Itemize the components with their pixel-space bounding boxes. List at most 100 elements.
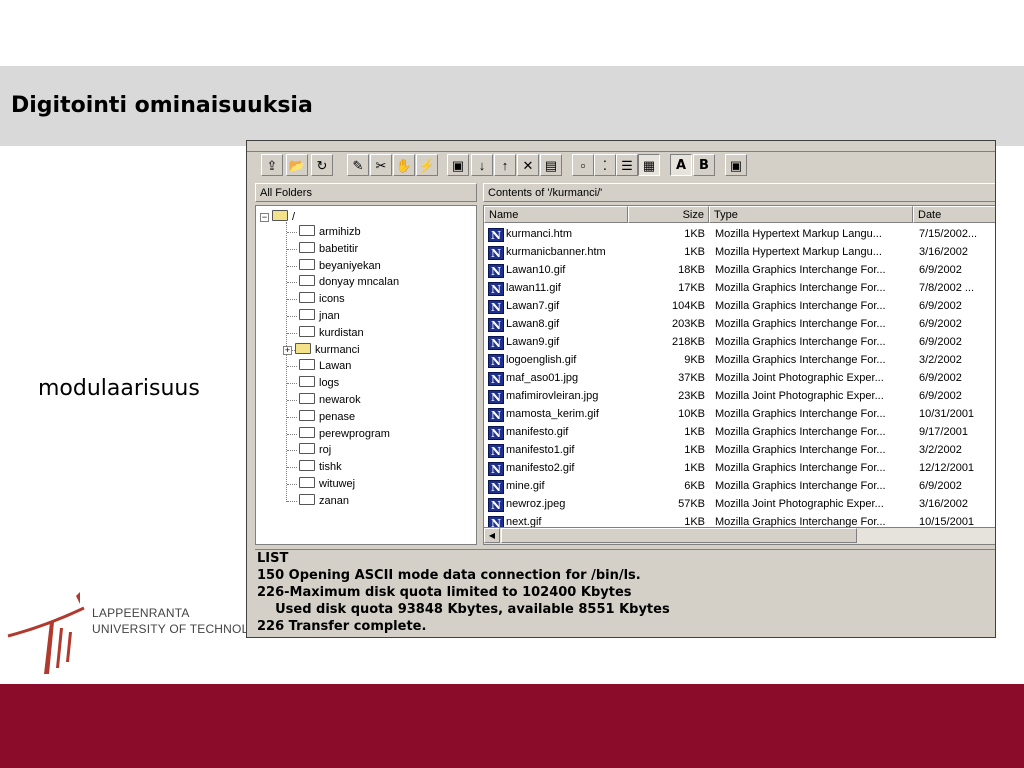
file-type: Mozilla Joint Photographic Exper... xyxy=(715,390,884,402)
tree-connector xyxy=(287,400,297,401)
netscape-file-icon: N xyxy=(488,372,504,386)
tree-item[interactable]: zanan xyxy=(299,493,349,509)
file-size: 1KB xyxy=(684,246,705,258)
file-row[interactable]: Nmanifesto1.gif 1KB Mozilla Graphics Inter… xyxy=(484,441,995,459)
file-size: 37KB xyxy=(678,372,705,384)
file-date: 3/16/2002 xyxy=(919,246,968,258)
folder-tree[interactable]: − / armihizb babetitir beyaniyekan donyay mnc… xyxy=(255,205,477,545)
tree-root[interactable]: − / xyxy=(260,209,295,225)
tree-item[interactable]: donyay mncalan xyxy=(299,274,399,290)
ascii-mode-button[interactable]: A xyxy=(670,154,692,176)
tree-item[interactable]: icons xyxy=(299,291,345,307)
expand-icon[interactable]: + xyxy=(283,345,292,355)
tree-item[interactable]: kurdistan xyxy=(299,325,364,341)
save-icon[interactable]: ▣ xyxy=(447,154,469,176)
netscape-file-icon: N xyxy=(488,300,504,314)
file-name: mafimirovleiran.jpg xyxy=(506,390,599,402)
file-row[interactable]: Nlogoenglish.gif 9KB Mozilla Graphics Inte… xyxy=(484,351,995,369)
file-row[interactable]: Nmanifesto.gif 1KB Mozilla Graphics Interc… xyxy=(484,423,995,441)
column-header-type[interactable]: Type xyxy=(709,206,913,223)
column-header-name[interactable]: Name xyxy=(484,206,628,223)
file-row[interactable]: Nnewroz.jpeg 57KB Mozilla Joint Photograph… xyxy=(484,495,995,513)
tree-item[interactable]: + kurmanci xyxy=(283,342,360,358)
delete-x-icon[interactable]: ✕ xyxy=(517,154,539,176)
tree-connector-line xyxy=(286,222,287,502)
file-row[interactable]: Nlawan11.gif 17KB Mozilla Graphics Interch… xyxy=(484,279,995,297)
file-row[interactable]: Nmanifesto2.gif 1KB Mozilla Graphics Inter… xyxy=(484,459,995,477)
list-view-icon[interactable]: ☰ xyxy=(616,154,638,176)
file-row[interactable]: N Lawan8.gif 203KB Mozilla Graphics Interch… xyxy=(484,315,995,333)
open-folder-icon[interactable]: 📂 xyxy=(286,154,308,176)
folder-icon xyxy=(299,359,315,371)
folder-up-icon[interactable]: ⇪ xyxy=(261,154,283,176)
folder-icon xyxy=(299,426,315,438)
file-name-cell: Nmaf_aso01.jpg xyxy=(488,369,628,387)
upload-arrow-icon[interactable]: ↑ xyxy=(494,154,516,176)
bottom-band xyxy=(0,684,1024,768)
tree-item[interactable]: jnan xyxy=(299,308,340,324)
file-name-cell: Nlogoenglish.gif xyxy=(488,351,628,369)
contents-pane-header: Contents of '/kurmanci/' xyxy=(483,183,995,202)
log-line: LIST xyxy=(257,551,289,566)
log-window-icon[interactable]: ▣ xyxy=(725,154,747,176)
collapse-icon[interactable]: − xyxy=(260,213,269,222)
horizontal-scrollbar[interactable]: ◀ xyxy=(484,527,995,544)
log-line: 226-Maximum disk quota limited to 102400… xyxy=(257,585,632,600)
file-row[interactable]: Nmaf_aso01.jpg 37KB Mozilla Joint Photogra… xyxy=(484,369,995,387)
scrollbar-thumb[interactable] xyxy=(501,528,857,543)
tree-item[interactable]: wituwej xyxy=(299,476,355,492)
logo-mark-icon xyxy=(7,592,85,674)
file-row[interactable]: Nmine.gif 6KB Mozilla Graphics Interchange… xyxy=(484,477,995,495)
tree-item[interactable]: perewprogram xyxy=(299,426,390,442)
folder-icon xyxy=(299,325,315,337)
large-icons-view-icon[interactable]: ▫ xyxy=(572,154,594,176)
binary-mode-button[interactable]: B xyxy=(693,154,715,176)
file-row[interactable]: N Lawan7.gif 104KB Mozilla Graphics Interch… xyxy=(484,297,995,315)
new-file-icon[interactable]: ✎ xyxy=(347,154,369,176)
file-name-cell: N Lawan8.gif xyxy=(488,315,628,333)
tree-item[interactable]: armihizb xyxy=(299,224,361,240)
file-name: mamosta_kerim.gif xyxy=(506,408,599,420)
file-row[interactable]: Nkurmanci.htm 1KB Mozilla Hypertext Markup… xyxy=(484,225,995,243)
small-icons-view-icon[interactable]: ⁚ xyxy=(594,154,616,176)
folder-icon xyxy=(299,443,315,455)
column-header-size[interactable]: Size xyxy=(628,206,709,223)
file-row[interactable]: Nkurmanicbanner.htm 1KB Mozilla Hypertext … xyxy=(484,243,995,261)
tree-item-label: wituwej xyxy=(319,478,356,490)
file-type: Mozilla Joint Photographic Exper... xyxy=(715,372,884,384)
hand-icon[interactable]: ✋ xyxy=(393,154,415,176)
file-size: 1KB xyxy=(684,426,705,438)
tree-item[interactable]: logs xyxy=(299,375,339,391)
file-list[interactable]: Name Size Type Date Nkurmanci.htm 1KB Mozilla … xyxy=(483,205,995,545)
tree-item[interactable]: newarok xyxy=(299,392,361,408)
tree-item[interactable]: tishk xyxy=(299,459,342,475)
tree-item[interactable]: Lawan xyxy=(299,358,351,374)
lightning-icon[interactable]: ⚡ xyxy=(416,154,438,176)
properties-icon[interactable]: ▤ xyxy=(540,154,562,176)
tree-item[interactable]: roj xyxy=(299,442,331,458)
column-header-date[interactable]: Date xyxy=(913,206,995,223)
file-size: 17KB xyxy=(678,282,705,294)
delete-file-icon[interactable]: ✂ xyxy=(370,154,392,176)
tree-item-label: icons xyxy=(319,293,345,306)
tree-item[interactable]: beyaniyekan xyxy=(299,258,381,274)
file-name: Lawan7.gif xyxy=(506,300,560,312)
tree-item[interactable]: penase xyxy=(299,409,355,425)
details-view-icon[interactable]: ▦ xyxy=(638,154,660,176)
netscape-file-icon: N xyxy=(488,444,504,458)
file-size: 1KB xyxy=(684,444,705,456)
download-arrow-icon[interactable]: ↓ xyxy=(471,154,493,176)
file-row[interactable]: Nmamosta_kerim.gif 10KB Mozilla Graphics I… xyxy=(484,405,995,423)
tree-item[interactable]: babetitir xyxy=(299,241,358,257)
file-name: manifesto.gif xyxy=(506,426,569,438)
scroll-left-icon[interactable]: ◀ xyxy=(484,528,500,543)
refresh-icon[interactable]: ↻ xyxy=(311,154,333,176)
side-label: modulaarisuus xyxy=(38,376,200,401)
file-name-cell: N Lawan7.gif xyxy=(488,297,628,315)
file-name: Lawan8.gif xyxy=(506,318,560,330)
file-row[interactable]: N Lawan10.gif 18KB Mozilla Graphics Interch… xyxy=(484,261,995,279)
file-row[interactable]: N Lawan9.gif 218KB Mozilla Graphics Interch… xyxy=(484,333,995,351)
file-row[interactable]: Nmafimirovleiran.jpg 23KB Mozilla Joint Ph… xyxy=(484,387,995,405)
file-name-cell: Nmanifesto.gif xyxy=(488,423,628,441)
logo-text-line2: UNIVERSITY OF TECHNOLOGY xyxy=(92,622,252,636)
